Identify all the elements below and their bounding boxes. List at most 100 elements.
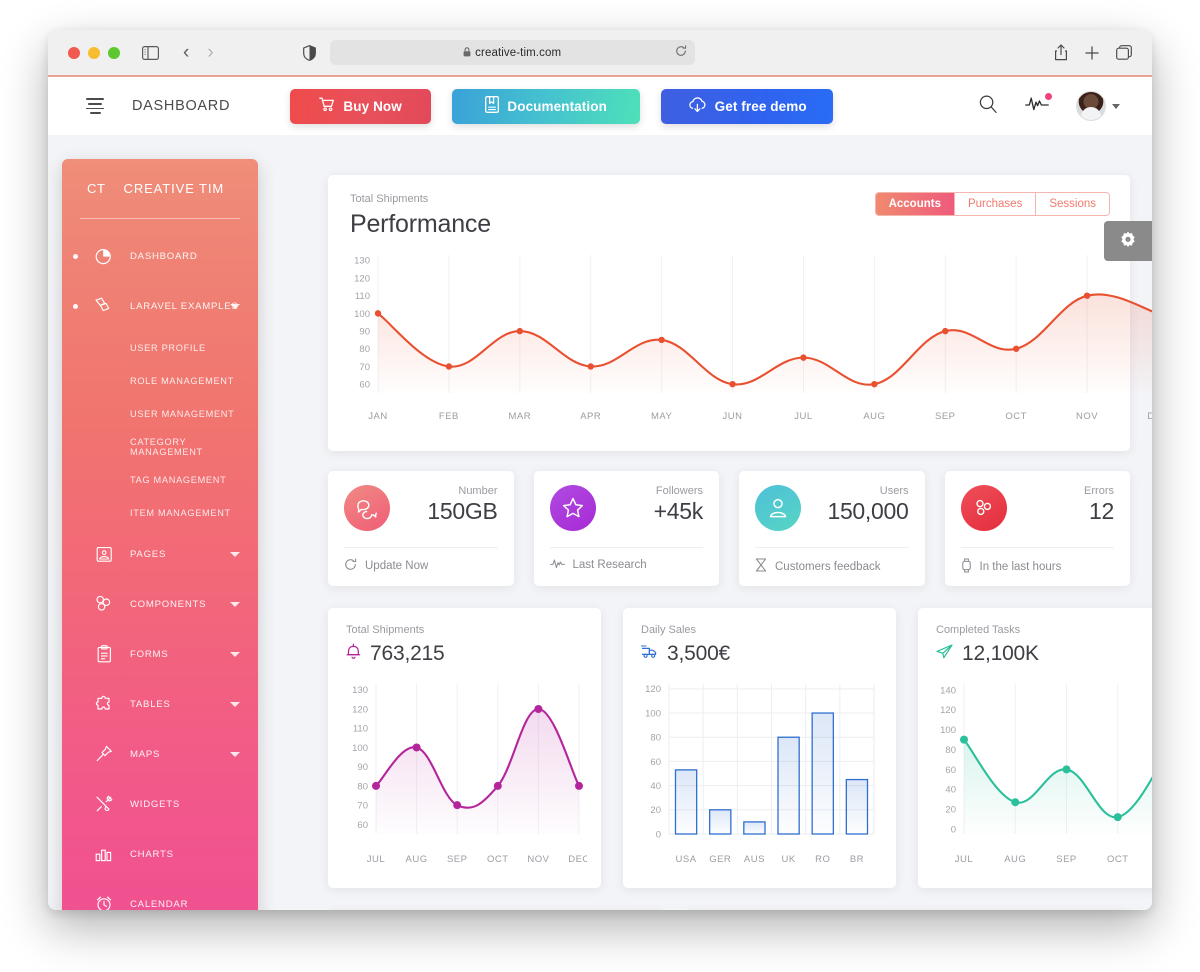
share-icon[interactable]: [1054, 44, 1068, 61]
chevron-down-icon[interactable]: [230, 651, 240, 657]
svg-text:GER: GER: [709, 854, 731, 865]
sidebar-subitem-item-management[interactable]: ITEM MANAGEMENT: [62, 496, 258, 529]
window-traffic-lights[interactable]: [68, 46, 120, 59]
hourglass-icon: [755, 558, 767, 575]
tab-purchases[interactable]: Purchases: [954, 193, 1037, 215]
sidebar-item-maps[interactable]: MAPS: [62, 729, 258, 779]
atoms-icon: [92, 595, 116, 613]
svg-text:140: 140: [940, 685, 956, 696]
tab-sessions[interactable]: Sessions: [1036, 193, 1109, 215]
chevron-down-icon[interactable]: [1112, 103, 1120, 109]
stat-card-followers: Followers +45k Last Research: [533, 471, 719, 586]
chevron-down-icon[interactable]: [230, 701, 240, 707]
tab-accounts[interactable]: Accounts: [875, 193, 955, 215]
shield-icon[interactable]: [302, 44, 316, 61]
svg-text:60: 60: [650, 757, 661, 768]
stat-value: +45k: [653, 498, 704, 524]
get-free-demo-button[interactable]: Get free demo: [661, 88, 834, 124]
search-icon[interactable]: [978, 94, 998, 119]
sidebar-brand[interactable]: CT CREATIVE TIM: [62, 159, 258, 196]
topbar-actions[interactable]: Buy Now Documentation Get free demo: [290, 88, 834, 124]
stat-card-errors: Errors 12 In the last hours: [944, 471, 1130, 586]
divider: [755, 547, 909, 548]
stat-value: 12: [1089, 498, 1114, 524]
mini-value: 12,100K: [962, 642, 1039, 665]
sidebar-item-tables[interactable]: TABLES: [62, 679, 258, 729]
address-bar[interactable]: creative-tim.com: [329, 40, 695, 65]
buy-now-button[interactable]: Buy Now: [290, 88, 432, 124]
hamburger-menu-icon[interactable]: [86, 98, 104, 114]
sidebar-item-charts[interactable]: CHARTS: [62, 829, 258, 879]
mini-subtitle: Daily Sales: [641, 624, 697, 636]
browser-chrome-right[interactable]: [1054, 44, 1132, 61]
star-icon: [549, 485, 596, 531]
chevron-down-icon[interactable]: [230, 601, 240, 607]
stat-card-number: Number 150GB Update Now: [328, 471, 514, 586]
bell-icon: [346, 643, 361, 665]
stat-footer[interactable]: Last Research: [549, 558, 704, 572]
svg-text:130: 130: [352, 685, 368, 696]
sidebar-subitem-user-management[interactable]: USER MANAGEMENT: [62, 397, 258, 430]
svg-text:SEP: SEP: [1056, 854, 1077, 865]
stat-footer-label: Customers feedback: [775, 560, 881, 573]
sidebar-item-label: MAPS: [130, 748, 161, 760]
svg-text:OCT: OCT: [487, 854, 509, 865]
svg-text:AUG: AUG: [1004, 854, 1026, 865]
sidebar-nav: DASHBOARD LARAVEL EXAMPLES USER PROFILE: [62, 219, 258, 910]
performance-tabs[interactable]: Accounts Purchases Sessions: [874, 192, 1110, 216]
forward-arrow-icon[interactable]: ›: [207, 43, 213, 62]
chevron-down-icon[interactable]: [230, 751, 240, 757]
sidebar-item-components[interactable]: COMPONENTS: [62, 579, 258, 629]
sidebar-item-pages[interactable]: PAGES: [62, 529, 258, 579]
svg-text:BR: BR: [850, 854, 864, 865]
svg-text:70: 70: [359, 362, 370, 373]
user-menu[interactable]: [1076, 91, 1120, 121]
stat-footer[interactable]: Update Now: [344, 558, 498, 574]
svg-text:APR: APR: [580, 411, 601, 422]
minimize-window-button[interactable]: [88, 46, 100, 59]
documentation-button[interactable]: Documentation: [452, 88, 641, 124]
svg-text:0: 0: [656, 829, 661, 840]
sidebar-subitem-user-profile[interactable]: USER PROFILE: [62, 331, 258, 364]
svg-text:20: 20: [945, 805, 956, 816]
svg-text:100: 100: [940, 725, 956, 736]
sidebar-subitem-tag-management[interactable]: TAG MANAGEMENT: [62, 463, 258, 496]
sidebar-item-laravel-examples[interactable]: LARAVEL EXAMPLES: [62, 281, 258, 331]
back-arrow-icon[interactable]: ‹: [183, 43, 189, 62]
sidebar-item-dashboard[interactable]: DASHBOARD: [62, 231, 258, 281]
sidebar-item-forms[interactable]: FORMS: [62, 629, 258, 679]
maximize-window-button[interactable]: [108, 46, 120, 59]
chevron-down-icon[interactable]: [230, 551, 240, 557]
mini-subtitle: Completed Tasks: [936, 624, 1021, 636]
sidebar-item-label: LARAVEL EXAMPLES: [130, 300, 239, 312]
topbar-right-tools[interactable]: [978, 91, 1120, 121]
stat-footer[interactable]: In the last hours: [961, 558, 1115, 576]
stat-footer[interactable]: Customers feedback: [755, 558, 909, 575]
laravel-icon: [92, 297, 116, 315]
svg-text:40: 40: [945, 785, 956, 796]
person-icon: [755, 485, 801, 531]
clipboard-icon: [92, 645, 116, 663]
cloud-download-icon: [688, 96, 707, 116]
svg-text:80: 80: [359, 344, 370, 355]
plus-icon[interactable]: [1085, 45, 1099, 60]
tabs-overview-icon[interactable]: [1116, 45, 1132, 60]
chevron-down-icon[interactable]: [230, 303, 240, 309]
sidebar-item-calendar[interactable]: CALENDAR: [62, 879, 258, 910]
sidebar-item-widgets[interactable]: WIDGETS: [62, 779, 258, 829]
sidebar-item-label: TABLES: [130, 698, 171, 710]
reload-icon[interactable]: [675, 44, 687, 62]
stat-footer-label: In the last hours: [979, 561, 1062, 573]
avatar[interactable]: [1076, 91, 1106, 121]
svg-text:JUN: JUN: [723, 411, 743, 422]
sidebar-subitem-category-management[interactable]: CATEGORY MANAGEMENT: [62, 430, 258, 463]
activity-pulse-icon[interactable]: [1025, 92, 1052, 117]
sidebar-toggle-icon[interactable]: [142, 45, 159, 60]
card-completed-tasks: Completed Tasks 12,100K 0 20 40 60 80 100 120 1…: [918, 608, 1152, 888]
close-window-button[interactable]: [68, 46, 80, 59]
sidebar-subitem-role-management[interactable]: ROLE MANAGEMENT: [62, 364, 258, 397]
url-text: creative-tim.com: [463, 47, 561, 59]
stat-label: Errors: [1084, 485, 1114, 497]
browser-nav-arrows[interactable]: ‹ ›: [183, 43, 214, 62]
svg-text:100: 100: [354, 309, 370, 320]
